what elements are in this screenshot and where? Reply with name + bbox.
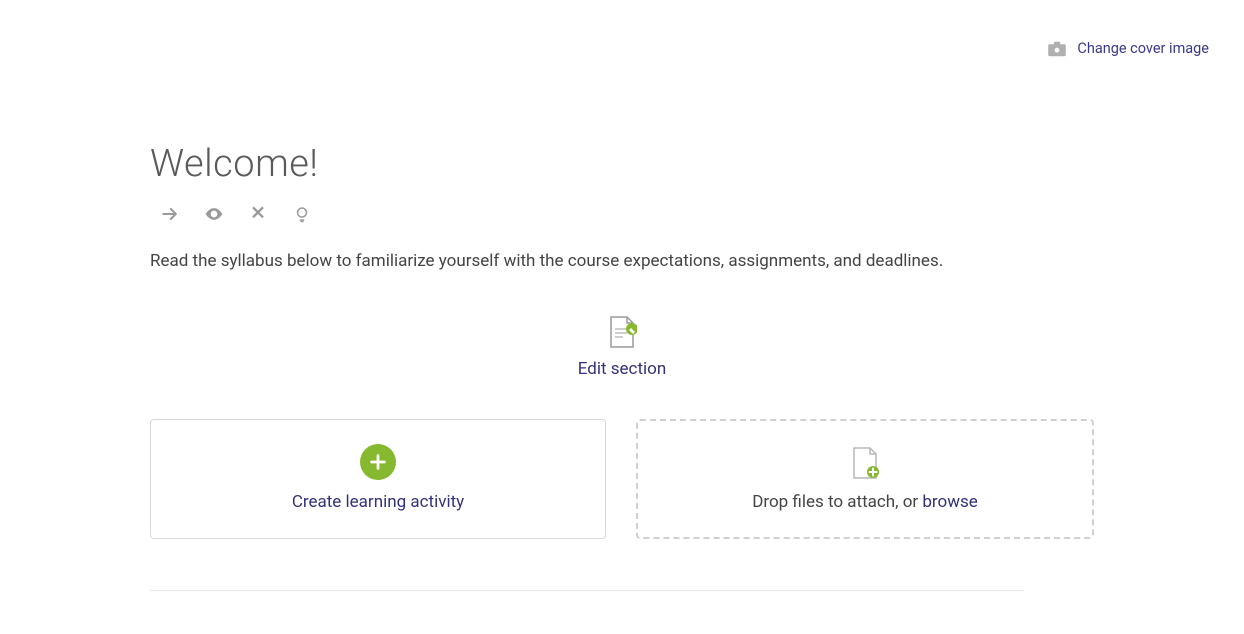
change-cover-label: Change cover image: [1077, 40, 1209, 57]
plus-circle-icon: [360, 444, 396, 480]
browse-link[interactable]: browse: [922, 492, 977, 512]
drop-files-label: Drop files to attach, or browse: [752, 492, 978, 512]
file-add-icon: [850, 446, 880, 480]
lightbulb-icon[interactable]: [292, 204, 312, 224]
main-content: Welcome! Read the syll: [150, 142, 1094, 539]
document-edit-icon: [607, 315, 637, 349]
close-icon[interactable]: [248, 204, 268, 224]
eye-icon[interactable]: [204, 204, 224, 224]
section-toolbar: [160, 204, 1094, 224]
section-description: Read the syllabus below to familiarize y…: [150, 248, 970, 275]
create-learning-activity-card[interactable]: Create learning activity: [150, 419, 606, 539]
page-title: Welcome!: [150, 142, 1094, 186]
camera-icon: [1047, 41, 1067, 57]
create-activity-label: Create learning activity: [292, 492, 464, 512]
edit-section-button[interactable]: Edit section: [578, 315, 666, 379]
arrow-right-icon[interactable]: [160, 204, 180, 224]
drop-files-card[interactable]: Drop files to attach, or browse: [636, 419, 1094, 539]
change-cover-button[interactable]: Change cover image: [1047, 40, 1209, 57]
edit-section-label: Edit section: [578, 359, 666, 379]
action-cards: Create learning activity Drop files to a…: [150, 419, 1094, 539]
drop-prefix-text: Drop files to attach, or: [752, 492, 922, 512]
divider: [150, 590, 1024, 591]
